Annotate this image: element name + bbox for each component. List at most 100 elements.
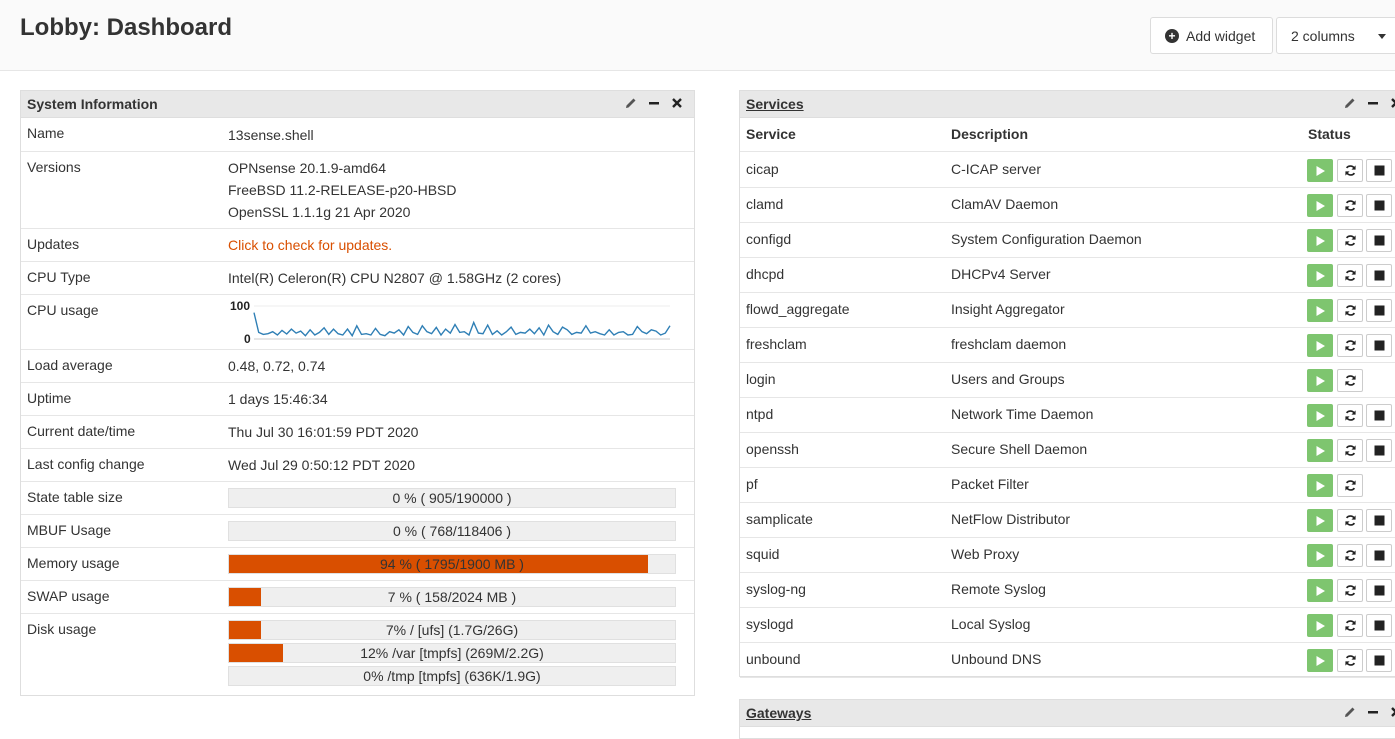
widget-controls [1343, 95, 1395, 111]
close-icon[interactable] [670, 95, 683, 111]
start-button[interactable] [1307, 614, 1333, 637]
restart-button[interactable] [1337, 264, 1363, 287]
start-button[interactable] [1307, 579, 1333, 602]
disk-var-bar: 12% /var [tmpfs] (269M/2.2G) [228, 643, 676, 663]
close-icon[interactable] [1389, 95, 1395, 111]
start-button[interactable] [1307, 334, 1333, 357]
service-row: squid Web Proxy [740, 538, 1395, 573]
versions-label: Versions [27, 159, 81, 175]
cpu-usage-row: CPU usage 100 0 [21, 295, 694, 350]
stop-icon [1374, 515, 1384, 526]
service-description: Web Proxy [951, 546, 1020, 562]
service-name: openssh [746, 441, 799, 457]
refresh-icon [1344, 445, 1356, 456]
last-config-label: Last config change [27, 456, 145, 472]
close-icon[interactable] [1389, 704, 1395, 720]
start-button[interactable] [1307, 544, 1333, 567]
play-icon [1316, 235, 1325, 246]
minimize-icon[interactable] [647, 95, 660, 111]
restart-button[interactable] [1337, 439, 1363, 462]
widget-header: System Information [21, 91, 694, 118]
memory-row: Memory usage 94 % ( 1795/1900 MB ) [21, 548, 694, 581]
widget-header: Gateways [740, 700, 1395, 727]
restart-button[interactable] [1337, 544, 1363, 567]
stop-icon [1374, 655, 1384, 666]
restart-button[interactable] [1337, 229, 1363, 252]
versions-row: Versions OPNsense 20.1.9-amd64 FreeBSD 1… [21, 152, 694, 229]
services-table-header: Service Description Status [740, 118, 1395, 152]
refresh-icon [1344, 620, 1356, 631]
mbuf-row: MBUF Usage 0 % ( 768/118406 ) [21, 515, 694, 548]
restart-button[interactable] [1337, 579, 1363, 602]
cpu-usage-line [253, 312, 671, 338]
stop-icon [1374, 340, 1384, 351]
restart-button[interactable] [1337, 474, 1363, 497]
uptime-label: Uptime [27, 390, 72, 406]
pencil-icon[interactable] [1343, 704, 1356, 720]
start-button[interactable] [1307, 474, 1333, 497]
minimize-icon[interactable] [1366, 95, 1379, 111]
service-description: Packet Filter [951, 476, 1029, 492]
restart-button[interactable] [1337, 509, 1363, 532]
stop-button[interactable] [1366, 579, 1392, 602]
stop-button[interactable] [1366, 544, 1392, 567]
start-button[interactable] [1307, 229, 1333, 252]
start-button[interactable] [1307, 194, 1333, 217]
memory-text: 94 % ( 1795/1900 MB ) [380, 556, 524, 572]
stop-button[interactable] [1366, 509, 1392, 532]
stop-button[interactable] [1366, 404, 1392, 427]
restart-button[interactable] [1337, 159, 1363, 182]
restart-button[interactable] [1337, 649, 1363, 672]
play-icon [1316, 655, 1325, 666]
check-updates-link[interactable]: Click to check for updates. [228, 234, 392, 256]
services-title-link[interactable]: Services [746, 96, 804, 112]
cpu-type-row: CPU Type Intel(R) Celeron(R) CPU N2807 @… [21, 262, 694, 295]
restart-button[interactable] [1337, 614, 1363, 637]
play-icon [1316, 305, 1325, 316]
start-button[interactable] [1307, 299, 1333, 322]
start-button[interactable] [1307, 509, 1333, 532]
restart-button[interactable] [1337, 299, 1363, 322]
stop-button[interactable] [1366, 334, 1392, 357]
stop-button[interactable] [1366, 439, 1392, 462]
start-button[interactable] [1307, 264, 1333, 287]
service-row: openssh Secure Shell Daemon [740, 433, 1395, 468]
restart-button[interactable] [1337, 404, 1363, 427]
state-table-text: 0 % ( 905/190000 ) [392, 490, 512, 506]
pencil-icon[interactable] [1343, 95, 1356, 111]
state-table-bar: 0 % ( 905/190000 ) [228, 488, 676, 508]
refresh-icon [1344, 235, 1356, 246]
start-button[interactable] [1307, 649, 1333, 672]
gateways-title-link[interactable]: Gateways [746, 705, 811, 721]
refresh-icon [1344, 305, 1356, 316]
stop-button[interactable] [1366, 159, 1392, 182]
stop-button[interactable] [1366, 299, 1392, 322]
stop-button[interactable] [1366, 614, 1392, 637]
start-button[interactable] [1307, 369, 1333, 392]
swap-row: SWAP usage 7 % ( 158/2024 MB ) [21, 581, 694, 614]
pencil-icon[interactable] [624, 95, 637, 111]
stop-icon [1374, 200, 1384, 211]
col-description: Description [951, 126, 1029, 142]
service-description: Remote Syslog [951, 581, 1046, 597]
minimize-icon[interactable] [1366, 704, 1379, 720]
disk-tmp-text: 0% /tmp [tmpfs] (636K/1.9G) [363, 668, 541, 684]
service-description: Secure Shell Daemon [951, 441, 1088, 457]
restart-button[interactable] [1337, 194, 1363, 217]
stop-button[interactable] [1366, 649, 1392, 672]
stop-button[interactable] [1366, 229, 1392, 252]
columns-dropdown[interactable]: 2 columns [1276, 17, 1395, 54]
versions-value: OPNsense 20.1.9-amd64 FreeBSD 11.2-RELEA… [228, 157, 457, 223]
service-name: squid [746, 546, 780, 562]
restart-button[interactable] [1337, 334, 1363, 357]
stop-button[interactable] [1366, 264, 1392, 287]
stop-button[interactable] [1366, 194, 1392, 217]
start-button[interactable] [1307, 439, 1333, 462]
service-description: C-ICAP server [951, 161, 1041, 177]
restart-button[interactable] [1337, 369, 1363, 392]
start-button[interactable] [1307, 404, 1333, 427]
service-row: configd System Configuration Daemon [740, 223, 1395, 258]
add-widget-button[interactable]: + Add widget [1150, 17, 1273, 54]
disk-root-bar: 7% / [ufs] (1.7G/26G) [228, 620, 676, 640]
start-button[interactable] [1307, 159, 1333, 182]
